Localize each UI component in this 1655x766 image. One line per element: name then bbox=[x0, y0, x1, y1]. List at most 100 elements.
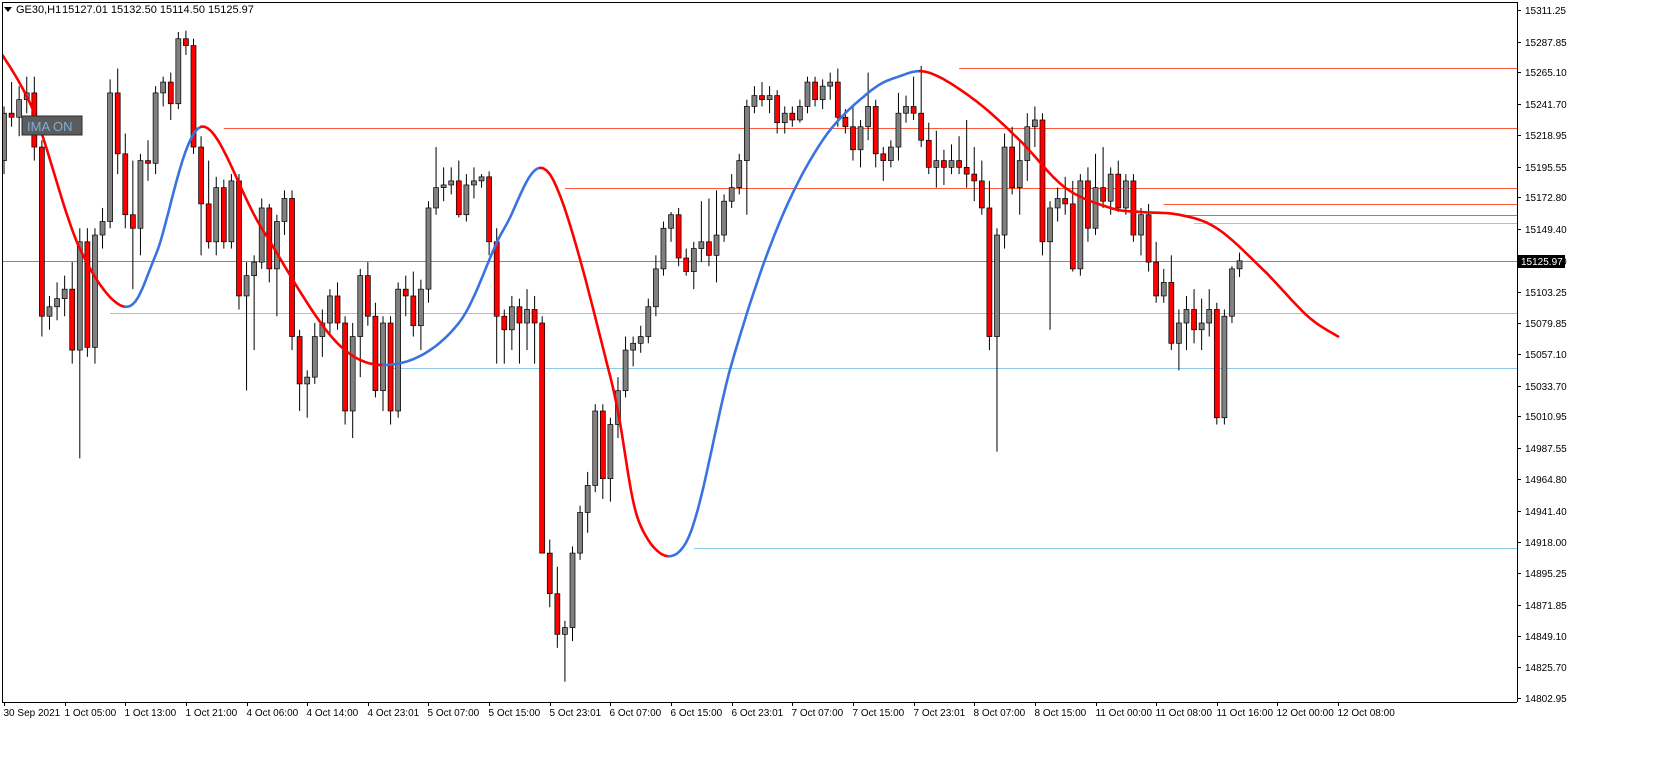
candle-body bbox=[842, 116, 849, 128]
candle-body bbox=[448, 180, 455, 186]
bear-candle bbox=[220, 179, 227, 249]
chart-background bbox=[0, 0, 1655, 761]
candle-body bbox=[1016, 160, 1023, 189]
candle-body bbox=[546, 552, 553, 595]
candle-body bbox=[364, 275, 371, 317]
candle-body bbox=[880, 153, 887, 161]
price-tick-label: 15149.40 bbox=[1525, 225, 1567, 236]
candle-body bbox=[683, 257, 690, 272]
price-tick-label: 15103.25 bbox=[1525, 288, 1567, 299]
candle-body bbox=[963, 166, 970, 175]
candle-body bbox=[1009, 146, 1015, 189]
bull-candle bbox=[1229, 266, 1235, 324]
chart-window[interactable]: 15311.25 15287.85 15265.10 15241.70 15218.95… bbox=[0, 0, 1655, 761]
time-tick-label: 8 Oct 15:00 bbox=[1035, 708, 1087, 719]
bull-candle bbox=[425, 201, 432, 303]
candle-body bbox=[387, 322, 394, 412]
candle-body bbox=[220, 187, 227, 243]
candle-body bbox=[812, 81, 818, 101]
candle-body bbox=[804, 81, 811, 107]
candle-body bbox=[205, 203, 212, 243]
candle-body bbox=[478, 176, 485, 182]
candle-body bbox=[630, 342, 636, 351]
time-tick-label: 4 Oct 14:00 bbox=[307, 708, 359, 719]
candle-body bbox=[228, 180, 235, 243]
candle-body bbox=[562, 627, 568, 635]
candle-body bbox=[948, 160, 955, 168]
price-tick-label: 15218.95 bbox=[1525, 131, 1567, 142]
time-tick-label: 7 Oct 15:00 bbox=[853, 708, 905, 719]
candle-body bbox=[455, 180, 462, 216]
candle-body bbox=[357, 275, 364, 337]
bear-candle bbox=[675, 207, 682, 267]
time-tick-label: 12 Oct 08:00 bbox=[1338, 708, 1396, 719]
candle-body bbox=[1206, 309, 1213, 324]
candle-body bbox=[539, 322, 546, 554]
time-tick-label: 5 Oct 15:00 bbox=[489, 708, 541, 719]
time-tick-label: 5 Oct 07:00 bbox=[428, 708, 480, 719]
ima-toggle-button[interactable]: IMA ON bbox=[21, 115, 83, 136]
candle-body bbox=[509, 306, 515, 331]
bull-candle bbox=[228, 174, 235, 249]
time-tick-label: 1 Oct 21:00 bbox=[186, 708, 238, 719]
candle-body bbox=[660, 227, 667, 270]
candle-body bbox=[289, 198, 295, 337]
price-tick-label: 15241.70 bbox=[1525, 100, 1567, 111]
candle-body bbox=[592, 410, 599, 486]
bull-candle bbox=[1001, 133, 1008, 249]
bull-candle bbox=[258, 198, 265, 269]
candle-body bbox=[918, 112, 925, 141]
candle-body bbox=[941, 160, 947, 168]
candle-body bbox=[637, 336, 644, 344]
candle-body bbox=[1221, 315, 1228, 419]
candle-body bbox=[1100, 187, 1106, 202]
bull-candle bbox=[92, 228, 98, 364]
candle-body bbox=[198, 146, 204, 205]
candle-body bbox=[175, 38, 182, 105]
price-tick-label: 15311.25 bbox=[1525, 6, 1566, 17]
candle-body bbox=[258, 207, 265, 263]
time-tick-label: 5 Oct 23:01 bbox=[550, 708, 602, 719]
price-tick-label: 14871.85 bbox=[1525, 601, 1567, 612]
bear-candle bbox=[1130, 174, 1137, 242]
candle-body bbox=[16, 99, 23, 118]
time-tick-label: 11 Oct 16:00 bbox=[1217, 708, 1274, 719]
time-tick-label: 4 Oct 23:01 bbox=[368, 708, 420, 719]
candle-body bbox=[1077, 180, 1084, 270]
candle-body bbox=[789, 112, 796, 121]
candle-body bbox=[1024, 126, 1031, 161]
candle-body bbox=[1107, 173, 1114, 202]
candle-body bbox=[486, 176, 492, 243]
candle-body bbox=[380, 322, 386, 392]
candlestick-chart[interactable]: 15311.25 15287.85 15265.10 15241.70 15218.95… bbox=[0, 0, 1655, 761]
price-tick-label: 14987.55 bbox=[1525, 444, 1567, 455]
candle-body bbox=[819, 85, 826, 101]
bear-candle bbox=[387, 316, 394, 425]
bear-candle bbox=[236, 174, 242, 310]
price-tick-label: 14918.00 bbox=[1525, 538, 1567, 549]
candle-body bbox=[76, 241, 83, 351]
candle-body bbox=[296, 336, 303, 385]
price-tick-label: 14895.25 bbox=[1525, 569, 1567, 580]
candle-body bbox=[69, 288, 76, 351]
candle-body bbox=[130, 214, 136, 229]
candle-body bbox=[933, 160, 940, 168]
candle-body bbox=[1001, 146, 1008, 236]
candle-body bbox=[1198, 322, 1205, 331]
candle-body bbox=[160, 81, 167, 94]
candle-body bbox=[410, 295, 417, 327]
candle-body bbox=[834, 81, 841, 118]
bull-candle bbox=[152, 86, 159, 175]
candle-body bbox=[531, 309, 538, 324]
candle-body bbox=[872, 106, 879, 155]
candle-body bbox=[92, 234, 98, 348]
price-tick-label: 15033.70 bbox=[1525, 382, 1567, 393]
candle-body bbox=[781, 112, 788, 124]
candle-body bbox=[1236, 260, 1243, 270]
candle-body bbox=[706, 241, 712, 256]
candle-body bbox=[978, 180, 985, 209]
candle-body bbox=[99, 221, 106, 236]
candle-body bbox=[721, 200, 727, 236]
candle-body bbox=[213, 187, 220, 243]
candle-body bbox=[167, 81, 174, 105]
